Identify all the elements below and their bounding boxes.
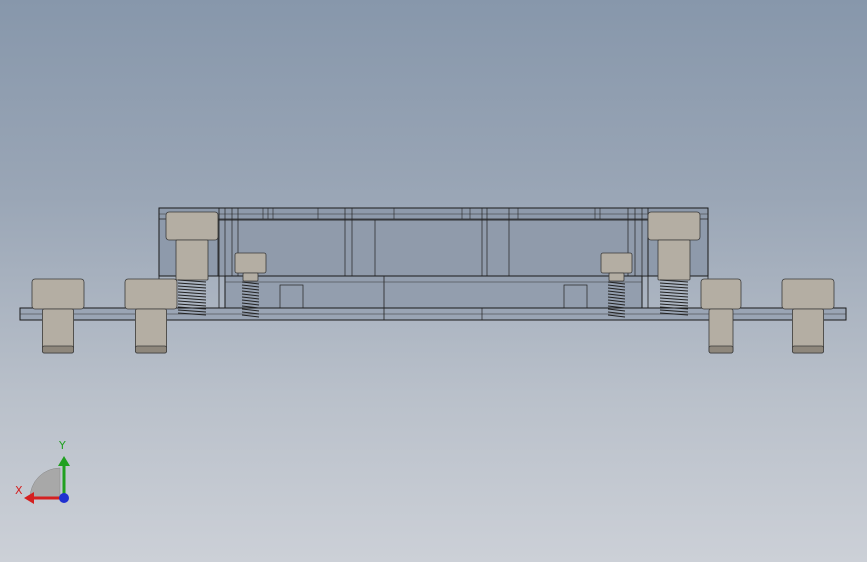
graphics-viewport[interactable]: Y X xyxy=(0,0,867,562)
y-axis-label: Y xyxy=(59,439,66,452)
coordinate-triad: Y X xyxy=(12,439,82,510)
triad-icon xyxy=(24,456,70,504)
assembly-model[interactable] xyxy=(0,0,867,562)
x-axis-label: X xyxy=(15,484,23,497)
